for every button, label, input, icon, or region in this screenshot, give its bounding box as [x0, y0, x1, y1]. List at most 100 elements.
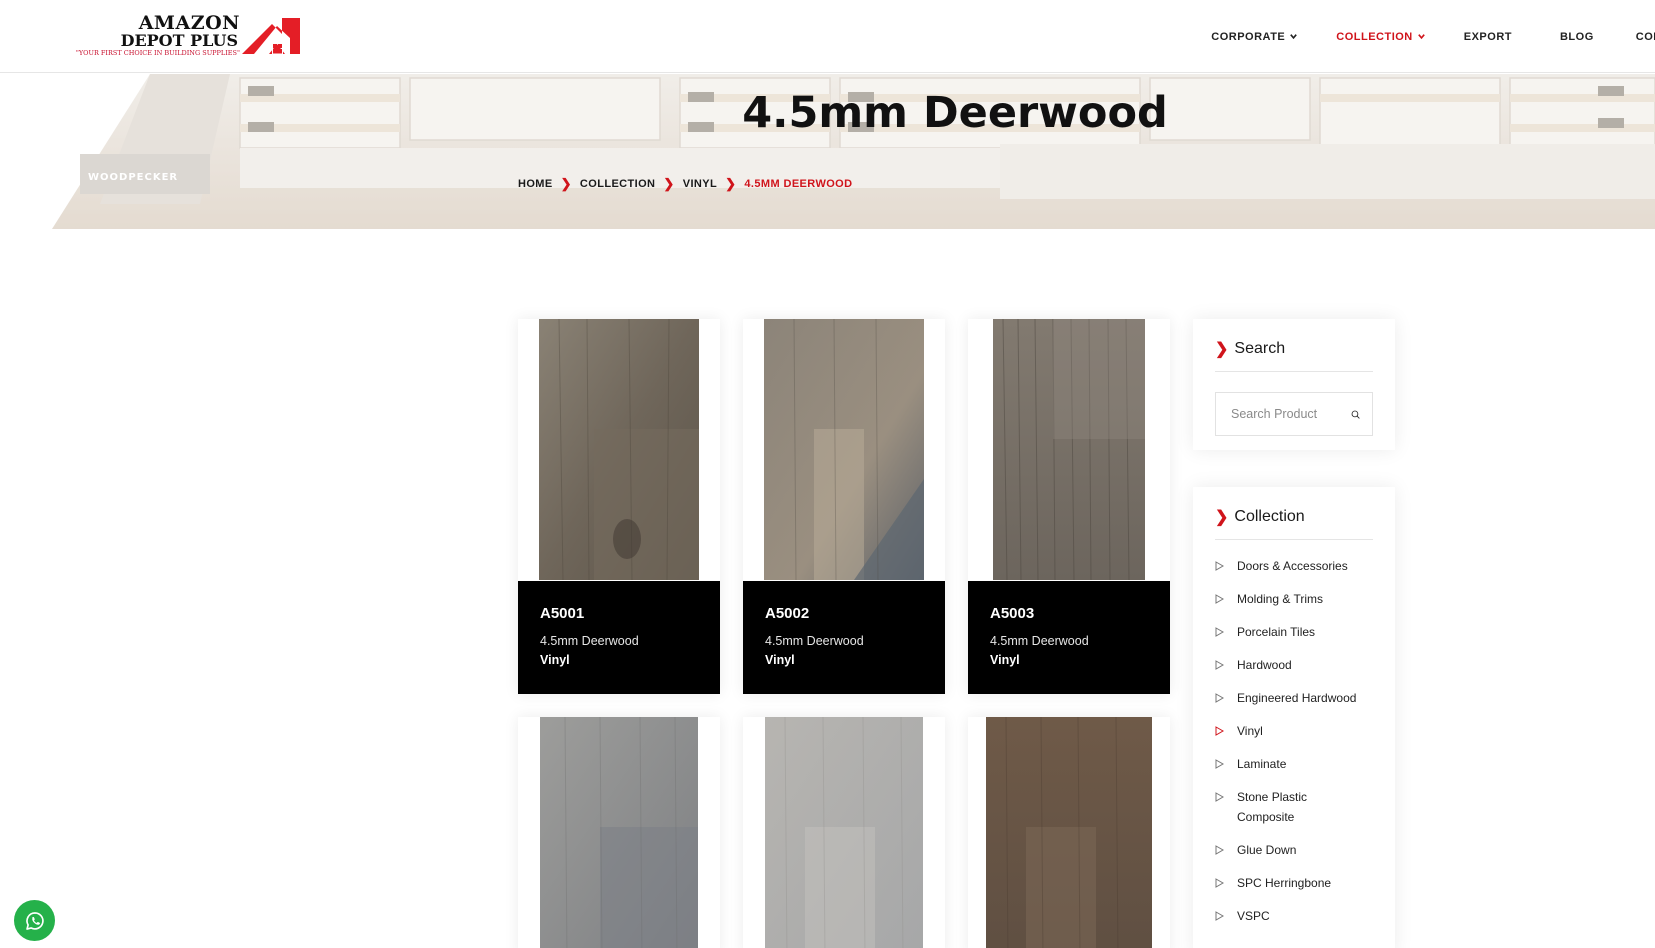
breadcrumb-vinyl[interactable]: VINYL — [683, 178, 717, 190]
page-banner: WOODPECKER 4.5mm Deerwood HOME ❯ COLLECT… — [0, 74, 1655, 229]
product-name: 4.5mm Deerwood — [540, 634, 639, 648]
nav-contact-label: CONTAC — [1635, 30, 1655, 43]
triangle-right-icon — [1215, 787, 1225, 807]
logo-house-icon — [242, 18, 300, 54]
chevron-right-icon: ❯ — [725, 176, 737, 191]
triangle-right-icon — [1215, 721, 1225, 741]
collection-item-label: Laminate — [1237, 757, 1287, 771]
search-box — [1215, 392, 1373, 436]
product-name: 4.5mm Deerwood — [765, 634, 864, 648]
logo-line2: DEPOT PLUS — [120, 31, 238, 50]
product-code: A5002 — [765, 605, 810, 622]
collection-item-label: Porcelain Tiles — [1237, 625, 1316, 639]
nav-export[interactable]: EXPORT — [1464, 31, 1512, 43]
site-logo[interactable]: AMAZON DEPOT PLUS "YOUR FIRST CHOICE IN … — [72, 14, 312, 58]
collection-list: Doors & Accessories Molding & Trims Porc… — [1215, 550, 1373, 933]
product-category: Vinyl — [540, 653, 570, 667]
triangle-right-icon — [1215, 906, 1225, 926]
collection-item-engineered[interactable]: Engineered Hardwood — [1215, 682, 1373, 715]
triangle-right-icon — [1215, 589, 1225, 609]
collection-item-glue-down[interactable]: Glue Down — [1215, 834, 1373, 867]
collection-item-molding[interactable]: Molding & Trims — [1215, 583, 1373, 616]
nav-contact[interactable]: CONTAC — [1636, 31, 1655, 43]
product-code: A5001 — [540, 605, 585, 622]
nav-corporate[interactable]: CORPORATE — [1211, 31, 1298, 43]
product-card[interactable]: A5003 4.5mm Deerwood Vinyl — [968, 319, 1170, 694]
collection-item-label: VSPC — [1237, 909, 1270, 923]
product-card[interactable] — [968, 717, 1170, 948]
collection-item-doors[interactable]: Doors & Accessories — [1215, 550, 1373, 583]
product-info: A5003 4.5mm Deerwood Vinyl — [968, 581, 1170, 694]
collection-item-label: SPC Herringbone — [1237, 876, 1332, 890]
logo-text: AMAZON DEPOT PLUS "YOUR FIRST CHOICE IN … — [72, 14, 240, 58]
nav-blog-label: BLOG — [1559, 30, 1594, 43]
collection-item-spc-herringbone[interactable]: SPC Herringbone — [1215, 867, 1373, 900]
product-image — [539, 319, 699, 580]
triangle-right-icon — [1215, 556, 1225, 576]
collection-item-label: Engineered Hardwood — [1237, 691, 1357, 705]
collection-item-hardwood[interactable]: Hardwood — [1215, 649, 1373, 682]
product-image — [986, 717, 1152, 948]
triangle-right-icon — [1215, 840, 1225, 860]
chevron-down-icon — [1290, 34, 1298, 40]
collection-item-label: Doors & Accessories — [1237, 559, 1348, 573]
product-image — [765, 717, 923, 948]
search-input[interactable] — [1231, 407, 1351, 421]
collection-item-porcelain[interactable]: Porcelain Tiles — [1215, 616, 1373, 649]
chevron-right-icon: ❯ — [1215, 509, 1229, 526]
main-nav: CORPORATE COLLECTION EXPORT BLOG CONTAC — [1173, 0, 1655, 73]
whatsapp-icon — [25, 911, 44, 930]
nav-blog[interactable]: BLOG — [1560, 31, 1594, 43]
collection-item-vspc[interactable]: VSPC — [1215, 900, 1373, 933]
product-category: Vinyl — [990, 653, 1020, 667]
collection-item-label: Hardwood — [1237, 658, 1292, 672]
product-image — [764, 319, 924, 580]
product-card[interactable]: A5002 4.5mm Deerwood Vinyl — [743, 319, 945, 694]
logo-tagline: "YOUR FIRST CHOICE IN BUILDING SUPPLIES" — [75, 49, 240, 57]
chevron-right-icon: ❯ — [663, 176, 675, 191]
collection-item-label: Stone Plastic Composite — [1237, 790, 1308, 824]
search-widget-heading: Search — [1234, 340, 1286, 357]
product-name: 4.5mm Deerwood — [990, 634, 1089, 648]
collection-item-label: Glue Down — [1237, 843, 1297, 857]
site-header: AMAZON DEPOT PLUS "YOUR FIRST CHOICE IN … — [0, 0, 1655, 73]
chevron-down-icon — [1417, 34, 1425, 40]
triangle-right-icon — [1215, 688, 1225, 708]
product-card[interactable] — [518, 717, 720, 948]
search-icon[interactable] — [1351, 407, 1360, 422]
collection-item-spc[interactable]: Stone Plastic Composite — [1215, 781, 1373, 834]
breadcrumb-collection[interactable]: COLLECTION — [580, 178, 656, 190]
product-code: A5003 — [990, 605, 1035, 622]
search-widget-title: ❯ Search — [1215, 339, 1373, 372]
collection-item-label: Molding & Trims — [1237, 592, 1324, 606]
product-image — [993, 319, 1145, 580]
product-image — [540, 717, 698, 948]
search-widget: ❯ Search — [1193, 319, 1395, 450]
logo-line1: AMAZON — [138, 12, 240, 34]
collection-item-label: Vinyl — [1237, 724, 1263, 738]
collection-widget: ❯ Collection Doors & Accessories Molding… — [1193, 487, 1395, 948]
chevron-right-icon: ❯ — [1215, 341, 1229, 358]
nav-collection[interactable]: COLLECTION — [1336, 31, 1426, 43]
triangle-right-icon — [1215, 622, 1225, 642]
product-info: A5002 4.5mm Deerwood Vinyl — [743, 581, 945, 694]
breadcrumb-current: 4.5MM DEERWOOD — [744, 178, 853, 190]
nav-collection-label: COLLECTION — [1336, 30, 1413, 43]
whatsapp-button[interactable] — [14, 900, 55, 941]
chevron-right-icon: ❯ — [560, 176, 572, 191]
page-title: 4.5mm Deerwood — [742, 88, 1168, 138]
product-card[interactable]: A5001 4.5mm Deerwood Vinyl — [518, 319, 720, 694]
nav-corporate-label: CORPORATE — [1211, 30, 1286, 43]
product-category: Vinyl — [765, 653, 795, 667]
product-card[interactable] — [743, 717, 945, 948]
triangle-right-icon — [1215, 754, 1225, 774]
collection-widget-heading: Collection — [1234, 508, 1305, 525]
breadcrumb: HOME ❯ COLLECTION ❯ VINYL ❯ 4.5MM DEERWO… — [518, 176, 852, 192]
collection-item-laminate[interactable]: Laminate — [1215, 748, 1373, 781]
collection-item-vinyl[interactable]: Vinyl — [1215, 715, 1373, 748]
nav-export-label: EXPORT — [1463, 30, 1512, 43]
triangle-right-icon — [1215, 873, 1225, 893]
breadcrumb-home[interactable]: HOME — [518, 178, 553, 190]
triangle-right-icon — [1215, 655, 1225, 675]
product-info: A5001 4.5mm Deerwood Vinyl — [518, 581, 720, 694]
